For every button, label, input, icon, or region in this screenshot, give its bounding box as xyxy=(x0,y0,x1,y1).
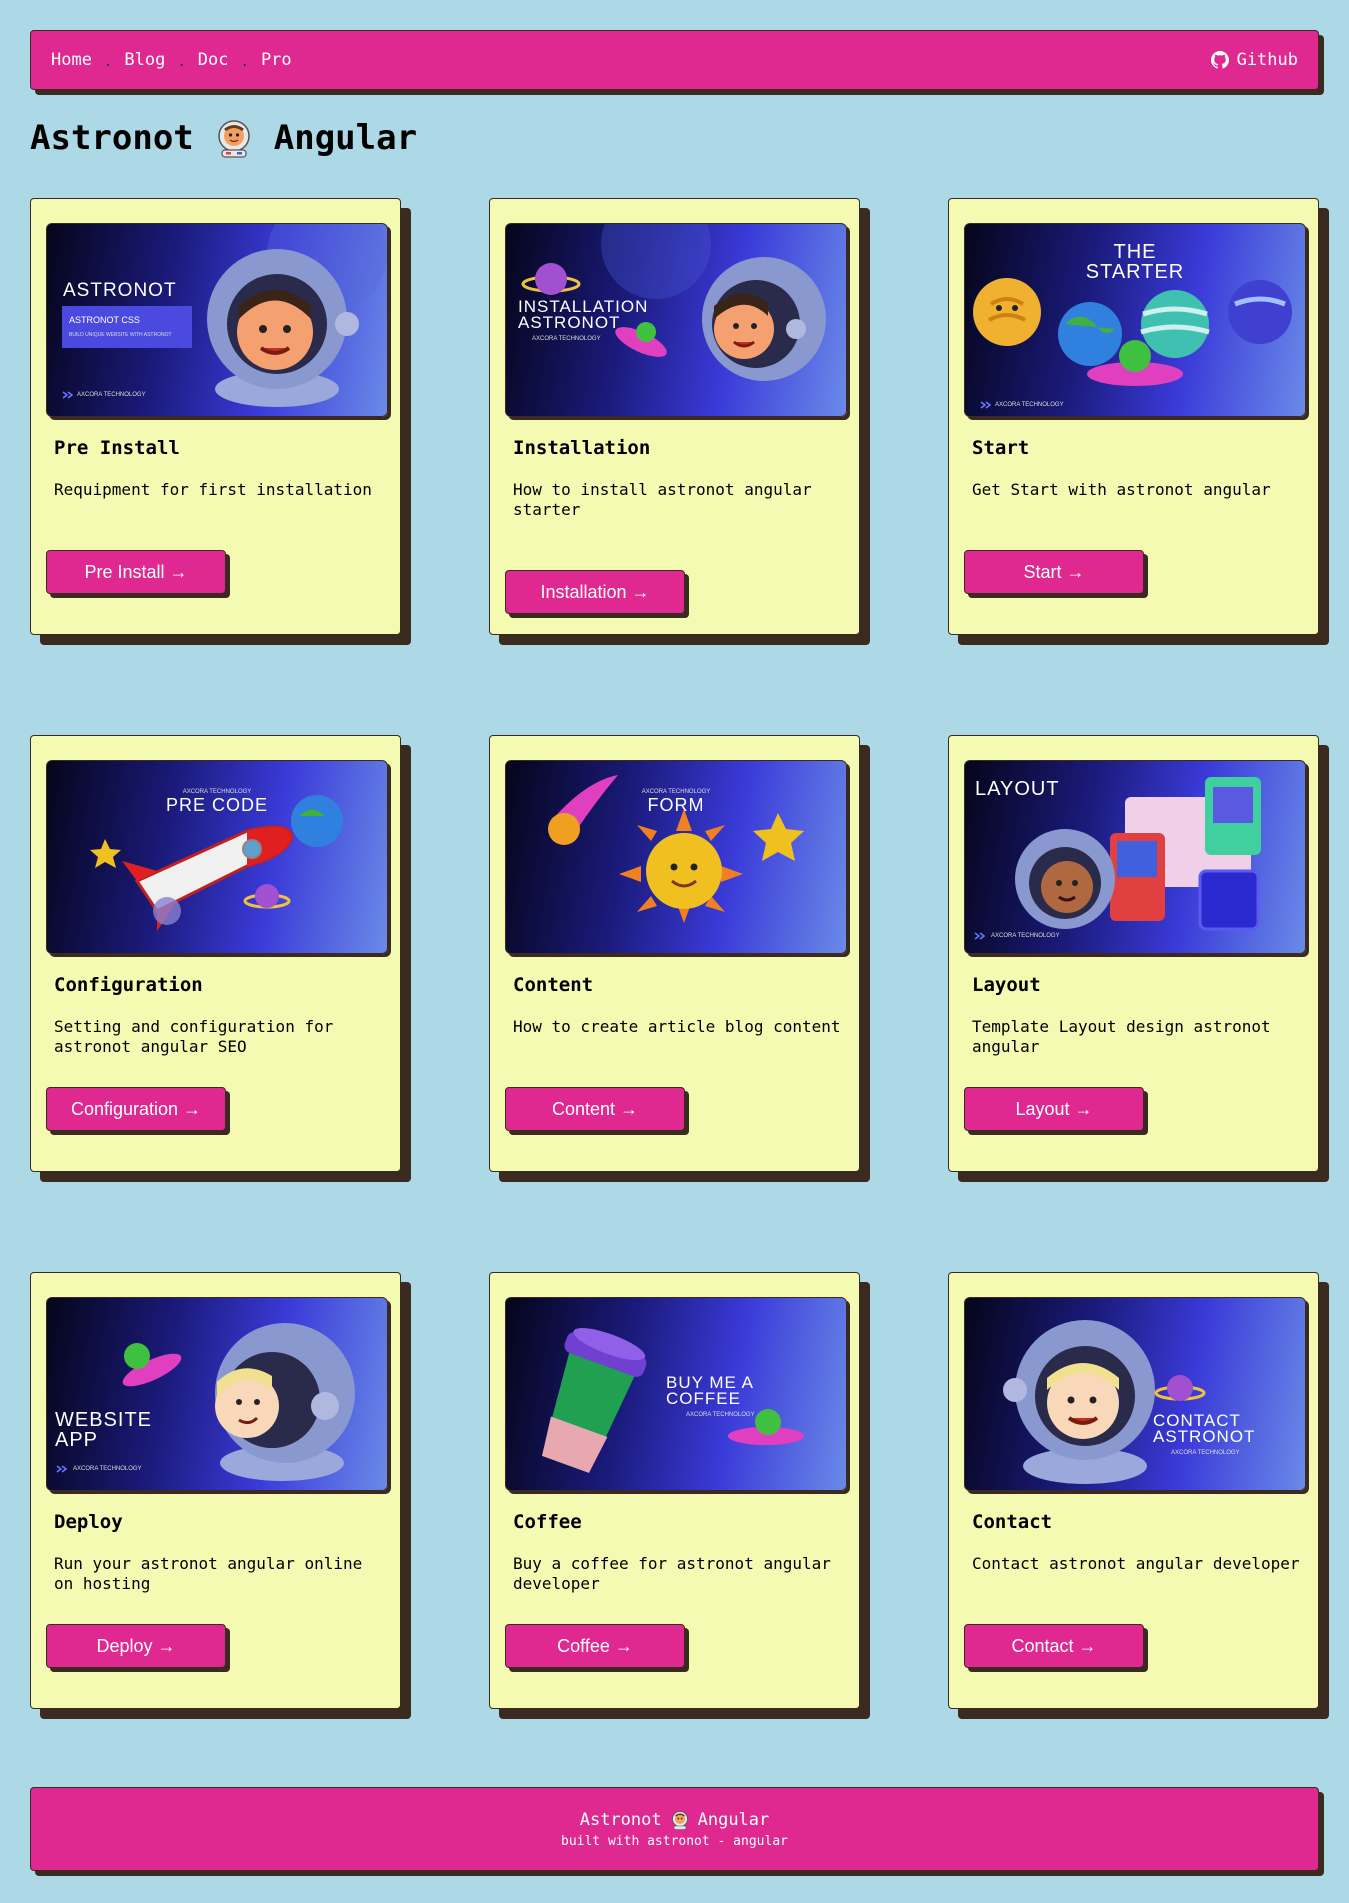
card-title: Configuration xyxy=(54,974,203,996)
card-image: LAYOUT AXCORA TECHNOLOGY xyxy=(964,760,1306,954)
card-layout: LAYOUT AXCORA TECHNOLOGY Layout Template… xyxy=(948,735,1319,1172)
card-coffee: BUY ME A COFFEE AXCORA TECHNOLOGY Coffee… xyxy=(489,1272,860,1709)
image-text: WEBSITE xyxy=(55,1409,152,1431)
footer: Astronot Angular built with astronot - a… xyxy=(30,1787,1319,1871)
card-start: THE STARTER AXCORA TECHNOLOGY Start Get … xyxy=(948,198,1319,635)
layout-button[interactable]: Layout → xyxy=(964,1087,1144,1131)
image-text: FORM xyxy=(648,795,705,815)
configuration-button[interactable]: Configuration → xyxy=(46,1087,226,1131)
image-text: AXCORA TECHNOLOGY xyxy=(686,1412,755,1418)
card-pre-install: ASTRONOT ASTRONOT CSS BUILD UNIQUE WEBSI… xyxy=(30,198,401,635)
coffee-button[interactable]: Coffee → xyxy=(505,1624,685,1668)
astronaut-icon xyxy=(671,1810,688,1830)
image-text: STARTER xyxy=(1086,261,1185,283)
card-image: BUY ME A COFFEE AXCORA TECHNOLOGY xyxy=(505,1297,847,1491)
footer-subtitle: built with astronot - angular xyxy=(561,1833,788,1849)
pre-install-button[interactable]: Pre Install → xyxy=(46,550,226,594)
card-configuration: AXCORA TECHNOLOGY PRE CODE Configuration… xyxy=(30,735,401,1172)
page-title: Astronot Angular xyxy=(30,118,417,158)
nav-separator: . xyxy=(240,54,249,70)
card-title: Contact xyxy=(972,1511,1053,1533)
card-title: Pre Install xyxy=(54,437,180,459)
image-text: PRE CODE xyxy=(166,795,268,815)
card-title: Coffee xyxy=(513,1511,582,1533)
card-contact: CONTACT ASTRONOT AXCORA TECHNOLOGY Conta… xyxy=(948,1272,1319,1709)
image-text: AXCORA TECHNOLOGY xyxy=(77,392,146,398)
nav-link-home[interactable]: Home xyxy=(51,50,92,70)
image-text: COFFEE xyxy=(666,1389,741,1408)
image-text: APP xyxy=(55,1429,98,1451)
card-image: CONTACT ASTRONOT AXCORA TECHNOLOGY xyxy=(964,1297,1306,1491)
image-text: ASTRONOT xyxy=(518,313,620,332)
nav-link-blog[interactable]: Blog xyxy=(124,50,165,70)
installation-button[interactable]: Installation → xyxy=(505,570,685,614)
image-text: ASTRONOT xyxy=(63,280,177,301)
card-title: Content xyxy=(513,974,594,996)
content-button[interactable]: Content → xyxy=(505,1087,685,1131)
card-title: Layout xyxy=(972,974,1041,996)
page-title-right: Angular xyxy=(273,118,418,158)
image-text: AXCORA TECHNOLOGY xyxy=(73,1466,142,1472)
github-label: Github xyxy=(1236,50,1298,70)
image-text: AXCORA TECHNOLOGY xyxy=(1171,1450,1240,1456)
nav-link-doc[interactable]: Doc xyxy=(198,50,229,70)
card-image: WEBSITE APP AXCORA TECHNOLOGY xyxy=(46,1297,388,1491)
card-description: How to install astronot angular starter xyxy=(513,480,812,519)
card-title: Installation xyxy=(513,437,651,459)
card-image: INSTALLATION ASTRONOT AXCORA TECHNOLOGY xyxy=(505,223,847,417)
card-description: Setting and configuration for astronot a… xyxy=(54,1017,334,1056)
deploy-button[interactable]: Deploy → xyxy=(46,1624,226,1668)
astronaut-icon xyxy=(218,120,250,158)
top-navbar: Home . Blog . Doc . Pro Github xyxy=(30,30,1319,90)
image-text: THE xyxy=(1114,241,1157,263)
github-link[interactable]: Github xyxy=(1210,50,1298,70)
card-description: Run your astronot angular online on host… xyxy=(54,1554,363,1593)
card-image: AXCORA TECHNOLOGY FORM xyxy=(505,760,847,954)
card-deploy: WEBSITE APP AXCORA TECHNOLOGY Deploy Run… xyxy=(30,1272,401,1709)
page-title-left: Astronot xyxy=(30,118,194,158)
footer-title-left: Astronot xyxy=(579,1809,662,1830)
footer-title: Astronot Angular xyxy=(580,1810,770,1830)
image-text: AXCORA TECHNOLOGY xyxy=(532,336,601,342)
card-image: AXCORA TECHNOLOGY PRE CODE xyxy=(46,760,388,954)
start-button[interactable]: Start → xyxy=(964,550,1144,594)
card-description: Requipment for first installation xyxy=(54,480,372,499)
github-icon xyxy=(1210,51,1229,69)
image-text: AXCORA TECHNOLOGY xyxy=(991,933,1060,939)
nav-separator: . xyxy=(103,54,113,70)
nav-separator: . xyxy=(177,54,186,70)
card-description: Buy a coffee for astronot angular develo… xyxy=(513,1554,831,1593)
image-text: BUILD UNIQUE WEBSITE WITH ASTRONOT xyxy=(69,332,172,338)
footer-title-right: Angular xyxy=(697,1809,770,1830)
card-image: THE STARTER AXCORA TECHNOLOGY xyxy=(964,223,1306,417)
image-text: ASTRONOT CSS xyxy=(69,315,140,325)
card-title: Start xyxy=(972,437,1030,459)
card-description: Template Layout design astronot angular xyxy=(972,1017,1271,1056)
nav-link-pro[interactable]: Pro xyxy=(261,50,292,70)
nav-links: Home . Blog . Doc . Pro xyxy=(51,50,292,70)
image-text: AXCORA TECHNOLOGY xyxy=(995,402,1064,408)
image-text: LAYOUT xyxy=(975,778,1060,800)
card-installation: INSTALLATION ASTRONOT AXCORA TECHNOLOGY … xyxy=(489,198,860,635)
image-text: ASTRONOT xyxy=(1153,1427,1255,1446)
card-description: Contact astronot angular developer xyxy=(972,1554,1300,1573)
card-description: Get Start with astronot angular xyxy=(972,480,1271,499)
card-title: Deploy xyxy=(54,1511,123,1533)
card-image: ASTRONOT ASTRONOT CSS BUILD UNIQUE WEBSI… xyxy=(46,223,388,417)
contact-button[interactable]: Contact → xyxy=(964,1624,1144,1668)
card-description: How to create article blog content xyxy=(513,1017,841,1036)
card-content: AXCORA TECHNOLOGY FORM Content How to cr… xyxy=(489,735,860,1172)
